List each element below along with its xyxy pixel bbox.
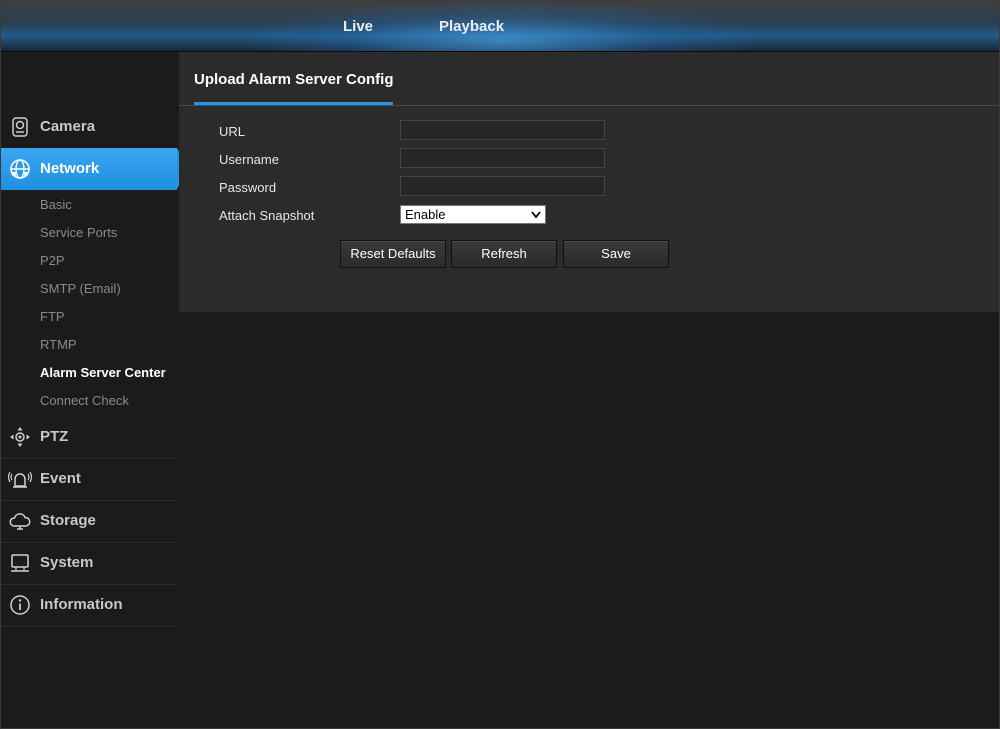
sidebar-item-label: System <box>40 554 94 571</box>
sidebar-item-label: Information <box>40 596 123 613</box>
refresh-button[interactable]: Refresh <box>451 240 557 268</box>
subnav-ftp[interactable]: FTP <box>40 309 65 324</box>
cloud-storage-icon <box>9 513 31 530</box>
sidebar-item-camera[interactable]: Camera <box>1 106 177 149</box>
chevron-down-icon <box>531 211 541 219</box>
top-nav-bar: Live Playback <box>1 1 999 52</box>
sidebar-item-label: Storage <box>40 512 96 529</box>
ptz-icon <box>10 427 30 447</box>
camera-icon <box>12 117 28 137</box>
sidebar-item-network[interactable]: Network <box>1 148 187 190</box>
url-label: URL <box>219 124 246 139</box>
title-divider <box>179 105 999 106</box>
sidebar-item-label: Event <box>40 470 81 487</box>
sidebar-item-information[interactable]: Information <box>1 584 177 627</box>
config-panel: Upload Alarm Server Config URL Username … <box>179 52 999 312</box>
app-window: Live Playback Camera Network Basic Servi… <box>0 0 1000 729</box>
subnav-rtmp[interactable]: RTMP <box>40 337 77 352</box>
page-title: Upload Alarm Server Config <box>194 71 394 88</box>
password-label: Password <box>219 180 277 195</box>
sidebar: Camera Network Basic Service Ports P2P S… <box>1 52 187 728</box>
reset-defaults-button[interactable]: Reset Defaults <box>340 240 446 268</box>
alarm-icon <box>8 471 32 488</box>
attach-snapshot-value: Enable <box>405 207 446 222</box>
network-icon <box>10 159 30 179</box>
sidebar-item-storage[interactable]: Storage <box>1 500 177 543</box>
sidebar-item-system[interactable]: System <box>1 542 177 585</box>
monitor-icon <box>11 554 29 572</box>
subnav-service-ports[interactable]: Service Ports <box>40 225 117 240</box>
subnav-basic[interactable]: Basic <box>40 197 72 212</box>
sidebar-item-ptz[interactable]: PTZ <box>1 416 177 459</box>
info-icon <box>10 595 30 615</box>
save-button[interactable]: Save <box>563 240 669 268</box>
tab-live[interactable]: Live <box>343 18 373 35</box>
subnav-alarm-server-center[interactable]: Alarm Server Center <box>40 365 166 380</box>
attach-snapshot-label: Attach Snapshot <box>219 208 315 223</box>
sidebar-item-label: Network <box>40 160 100 177</box>
username-input[interactable] <box>400 148 605 168</box>
subnav-connect-check[interactable]: Connect Check <box>40 393 129 408</box>
attach-snapshot-select[interactable]: Enable <box>400 205 546 224</box>
sidebar-item-label: PTZ <box>40 428 69 445</box>
sidebar-item-event[interactable]: Event <box>1 458 177 501</box>
url-input[interactable] <box>400 120 605 140</box>
tab-playback[interactable]: Playback <box>439 18 504 35</box>
username-label: Username <box>219 152 279 167</box>
subnav-p2p[interactable]: P2P <box>40 253 65 268</box>
sidebar-item-label: Camera <box>40 118 96 135</box>
password-input[interactable] <box>400 176 605 196</box>
subnav-smtp-email[interactable]: SMTP (Email) <box>40 281 121 296</box>
